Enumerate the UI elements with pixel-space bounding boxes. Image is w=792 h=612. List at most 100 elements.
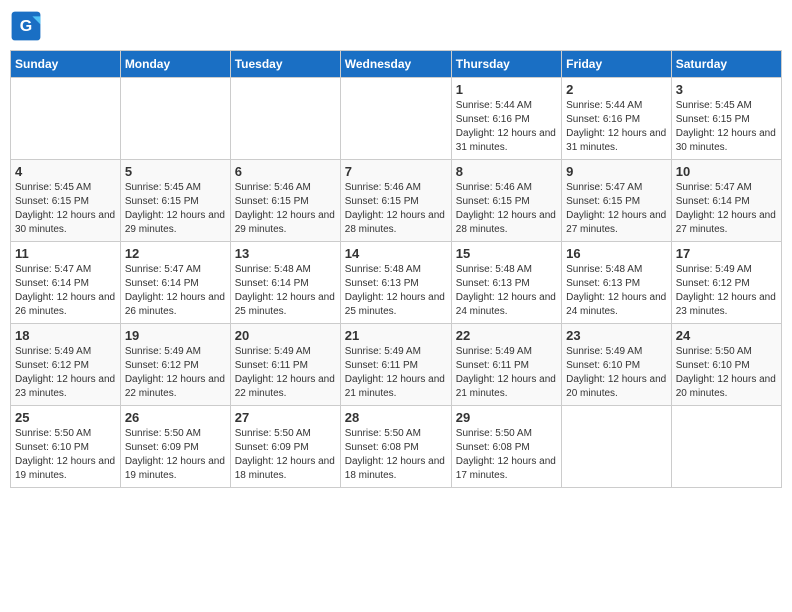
day-cell: 16 Sunrise: 5:48 AMSunset: 6:13 PMDayligh… <box>562 242 672 324</box>
header-cell-thursday: Thursday <box>451 51 561 78</box>
day-info: Sunrise: 5:48 AMSunset: 6:13 PMDaylight:… <box>456 263 557 319</box>
day-cell: 12 Sunrise: 5:47 AMSunset: 6:14 PMDayligh… <box>120 242 230 324</box>
day-info: Sunrise: 5:50 AMSunset: 6:09 PMDaylight:… <box>235 427 336 483</box>
header-cell-saturday: Saturday <box>671 51 781 78</box>
header-cell-monday: Monday <box>120 51 230 78</box>
week-row-1: 1 Sunrise: 5:44 AMSunset: 6:16 PMDaylight… <box>11 78 782 160</box>
day-info: Sunrise: 5:46 AMSunset: 6:15 PMDaylight:… <box>456 181 557 237</box>
day-number: 19 <box>125 328 226 343</box>
day-cell: 10 Sunrise: 5:47 AMSunset: 6:14 PMDayligh… <box>671 160 781 242</box>
day-number: 1 <box>456 82 557 97</box>
day-info: Sunrise: 5:49 AMSunset: 6:12 PMDaylight:… <box>125 345 226 401</box>
header-row: SundayMondayTuesdayWednesdayThursdayFrid… <box>11 51 782 78</box>
day-info: Sunrise: 5:47 AMSunset: 6:14 PMDaylight:… <box>125 263 226 319</box>
day-cell <box>562 406 672 488</box>
day-cell: 15 Sunrise: 5:48 AMSunset: 6:13 PMDayligh… <box>451 242 561 324</box>
day-info: Sunrise: 5:47 AMSunset: 6:14 PMDaylight:… <box>15 263 116 319</box>
day-cell: 3Sunrise: 5:45 AMSunset: 6:15 PMDaylight… <box>671 78 781 160</box>
day-number: 17 <box>676 246 777 261</box>
day-cell: 1 Sunrise: 5:44 AMSunset: 6:16 PMDaylight… <box>451 78 561 160</box>
day-info: Sunrise: 5:50 AMSunset: 6:09 PMDaylight:… <box>125 427 226 483</box>
day-cell <box>671 406 781 488</box>
day-info: Sunrise: 5:50 AMSunset: 6:08 PMDaylight:… <box>456 427 557 483</box>
svg-text:G: G <box>20 18 32 35</box>
day-info: Sunrise: 5:47 AMSunset: 6:14 PMDaylight:… <box>676 181 777 237</box>
day-number: 14 <box>345 246 447 261</box>
day-cell: 7 Sunrise: 5:46 AMSunset: 6:15 PMDaylight… <box>340 160 451 242</box>
day-cell <box>230 78 340 160</box>
day-cell <box>340 78 451 160</box>
day-number: 20 <box>235 328 336 343</box>
day-info: Sunrise: 5:50 AMSunset: 6:10 PMDaylight:… <box>676 345 777 401</box>
day-number: 10 <box>676 164 777 179</box>
day-number: 5 <box>125 164 226 179</box>
page-header: G <box>10 10 782 42</box>
day-cell: 21Sunrise: 5:49 AMSunset: 6:11 PMDayligh… <box>340 324 451 406</box>
day-cell: 6Sunrise: 5:46 AMSunset: 6:15 PMDaylight… <box>230 160 340 242</box>
calendar-header: SundayMondayTuesdayWednesdayThursdayFrid… <box>11 51 782 78</box>
day-info: Sunrise: 5:48 AMSunset: 6:13 PMDaylight:… <box>345 263 447 319</box>
day-info: Sunrise: 5:45 AMSunset: 6:15 PMDaylight:… <box>676 99 777 155</box>
day-info: Sunrise: 5:45 AMSunset: 6:15 PMDaylight:… <box>15 181 116 237</box>
header-cell-sunday: Sunday <box>11 51 121 78</box>
day-cell: 2 Sunrise: 5:44 AMSunset: 6:16 PMDaylight… <box>562 78 672 160</box>
day-info: Sunrise: 5:45 AMSunset: 6:15 PMDaylight:… <box>125 181 226 237</box>
calendar-body: 1 Sunrise: 5:44 AMSunset: 6:16 PMDaylight… <box>11 78 782 488</box>
day-number: 25 <box>15 410 116 425</box>
day-number: 24 <box>676 328 777 343</box>
day-cell: 23Sunrise: 5:49 AMSunset: 6:10 PMDayligh… <box>562 324 672 406</box>
day-number: 22 <box>456 328 557 343</box>
logo: G <box>10 10 46 42</box>
day-number: 21 <box>345 328 447 343</box>
week-row-3: 11 Sunrise: 5:47 AMSunset: 6:14 PMDayligh… <box>11 242 782 324</box>
day-number: 4 <box>15 164 116 179</box>
day-info: Sunrise: 5:46 AMSunset: 6:15 PMDaylight:… <box>345 181 447 237</box>
day-info: Sunrise: 5:48 AMSunset: 6:14 PMDaylight:… <box>235 263 336 319</box>
day-cell: 25 Sunrise: 5:50 AMSunset: 6:10 PMDayligh… <box>11 406 121 488</box>
day-info: Sunrise: 5:50 AMSunset: 6:10 PMDaylight:… <box>15 427 116 483</box>
day-cell: 4 Sunrise: 5:45 AMSunset: 6:15 PMDaylight… <box>11 160 121 242</box>
day-cell: 14 Sunrise: 5:48 AMSunset: 6:13 PMDayligh… <box>340 242 451 324</box>
day-number: 12 <box>125 246 226 261</box>
day-cell: 5 Sunrise: 5:45 AMSunset: 6:15 PMDaylight… <box>120 160 230 242</box>
day-cell: 11 Sunrise: 5:47 AMSunset: 6:14 PMDayligh… <box>11 242 121 324</box>
day-cell: 20 Sunrise: 5:49 AMSunset: 6:11 PMDayligh… <box>230 324 340 406</box>
day-info: Sunrise: 5:50 AMSunset: 6:08 PMDaylight:… <box>345 427 447 483</box>
day-number: 15 <box>456 246 557 261</box>
day-number: 7 <box>345 164 447 179</box>
day-cell <box>120 78 230 160</box>
day-number: 2 <box>566 82 667 97</box>
day-cell: 13 Sunrise: 5:48 AMSunset: 6:14 PMDayligh… <box>230 242 340 324</box>
day-info: Sunrise: 5:49 AMSunset: 6:11 PMDaylight:… <box>235 345 336 401</box>
day-number: 11 <box>15 246 116 261</box>
day-cell: 18 Sunrise: 5:49 AMSunset: 6:12 PMDayligh… <box>11 324 121 406</box>
header-cell-friday: Friday <box>562 51 672 78</box>
day-number: 8 <box>456 164 557 179</box>
day-cell: 17 Sunrise: 5:49 AMSunset: 6:12 PMDayligh… <box>671 242 781 324</box>
header-cell-wednesday: Wednesday <box>340 51 451 78</box>
day-cell <box>11 78 121 160</box>
day-number: 27 <box>235 410 336 425</box>
day-number: 9 <box>566 164 667 179</box>
day-cell: 28 Sunrise: 5:50 AMSunset: 6:08 PMDayligh… <box>340 406 451 488</box>
day-info: Sunrise: 5:49 AMSunset: 6:12 PMDaylight:… <box>676 263 777 319</box>
week-row-2: 4 Sunrise: 5:45 AMSunset: 6:15 PMDaylight… <box>11 160 782 242</box>
day-cell: 27 Sunrise: 5:50 AMSunset: 6:09 PMDayligh… <box>230 406 340 488</box>
day-cell: 24 Sunrise: 5:50 AMSunset: 6:10 PMDayligh… <box>671 324 781 406</box>
calendar-table: SundayMondayTuesdayWednesdayThursdayFrid… <box>10 50 782 488</box>
day-number: 26 <box>125 410 226 425</box>
day-number: 16 <box>566 246 667 261</box>
day-cell: 8 Sunrise: 5:46 AMSunset: 6:15 PMDaylight… <box>451 160 561 242</box>
day-info: Sunrise: 5:48 AMSunset: 6:13 PMDaylight:… <box>566 263 667 319</box>
day-info: Sunrise: 5:49 AMSunset: 6:12 PMDaylight:… <box>15 345 116 401</box>
day-info: Sunrise: 5:44 AMSunset: 6:16 PMDaylight:… <box>456 99 557 155</box>
day-info: Sunrise: 5:49 AMSunset: 6:11 PMDaylight:… <box>456 345 557 401</box>
day-info: Sunrise: 5:47 AMSunset: 6:15 PMDaylight:… <box>566 181 667 237</box>
day-number: 28 <box>345 410 447 425</box>
logo-icon: G <box>10 10 42 42</box>
day-number: 13 <box>235 246 336 261</box>
week-row-4: 18 Sunrise: 5:49 AMSunset: 6:12 PMDayligh… <box>11 324 782 406</box>
day-info: Sunrise: 5:44 AMSunset: 6:16 PMDaylight:… <box>566 99 667 155</box>
day-info: Sunrise: 5:49 AMSunset: 6:10 PMDaylight:… <box>566 345 667 401</box>
day-number: 18 <box>15 328 116 343</box>
